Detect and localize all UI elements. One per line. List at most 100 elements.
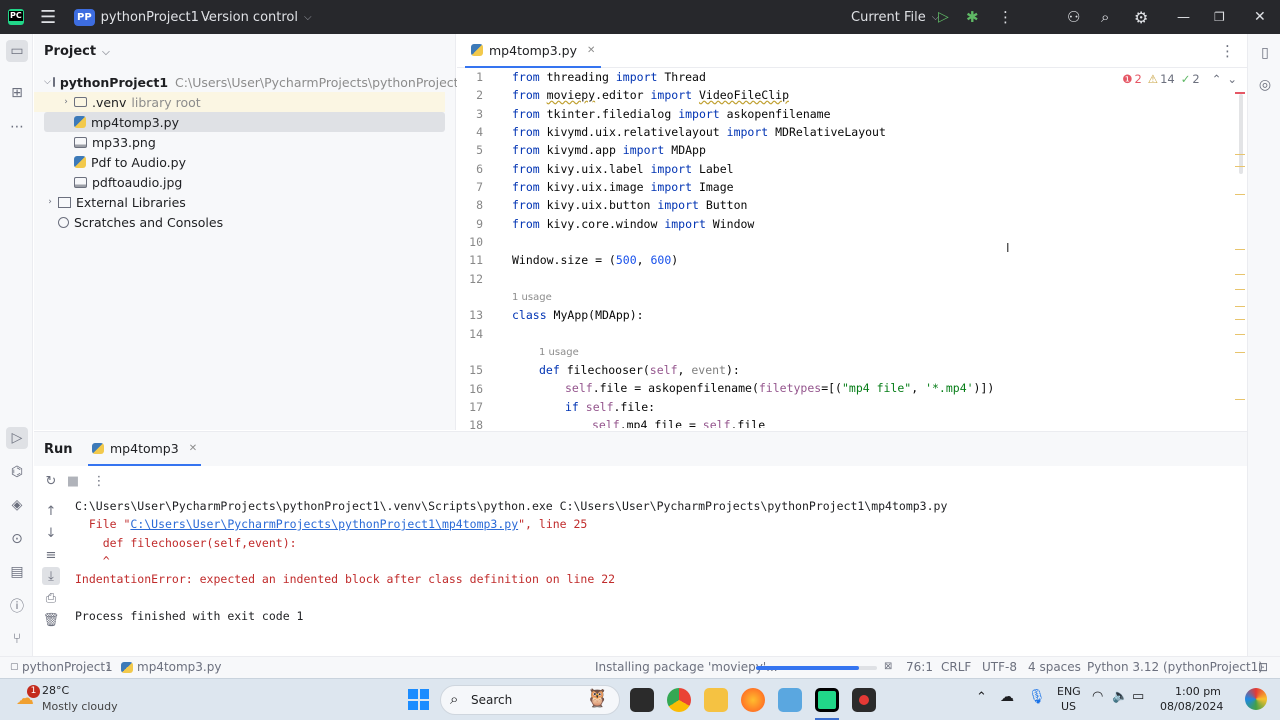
tree-item-hint: library root [131, 94, 201, 110]
code-line: from threading import Thread [512, 70, 706, 84]
task-view-icon[interactable] [630, 688, 654, 712]
chevron-down-icon[interactable]: ⌵ [44, 77, 51, 87]
search-label: Search [471, 693, 513, 707]
show-hidden-icons[interactable]: ⌃ [976, 690, 987, 705]
firefox-icon[interactable] [741, 688, 765, 712]
console-exit-message: Process finished with exit code 1 [75, 609, 304, 623]
tree-item-venv[interactable]: › .venv library root [34, 92, 445, 112]
python-interpreter[interactable]: Python 3.12 (pythonProject1) [1087, 660, 1263, 674]
editor-tabs: mp4tomp3.py ✕ ⋮ [457, 34, 1247, 68]
git-icon[interactable]: ⑂ [6, 628, 28, 650]
stop-icon[interactable]: ■ [64, 472, 82, 490]
chevron-right-icon[interactable]: › [44, 197, 56, 207]
notifications-icon[interactable]: ▯ [1254, 42, 1276, 64]
breadcrumb-separator-icon: › [106, 660, 111, 674]
print-icon[interactable]: ⎙ [42, 589, 60, 607]
close-tab-icon[interactable]: ✕ [189, 443, 197, 454]
search-icon[interactable]: ⌕ [1101, 0, 1109, 34]
weather-desc[interactable]: Mostly cloudy [42, 700, 118, 713]
project-panel-title[interactable]: Project ⌵ [44, 44, 110, 59]
usage-hint[interactable]: 1 usage [539, 347, 579, 358]
run-icon[interactable]: ▷ [938, 0, 949, 34]
chevron-up-icon[interactable]: ⌃ [1212, 72, 1222, 86]
add-user-icon[interactable]: ⚇ [1067, 0, 1080, 34]
clock-date[interactable]: 08/08/2024 [1160, 700, 1223, 713]
terminal-icon[interactable]: ▤ [6, 561, 28, 583]
close-icon[interactable]: ✕ [1254, 0, 1266, 34]
background-task-label[interactable]: Installing package 'moviepy'... [595, 660, 778, 674]
owl-icon: 🦉 [586, 688, 609, 709]
line-separator[interactable]: CRLF [941, 660, 971, 674]
more-icon[interactable]: ⋮ [90, 472, 108, 490]
scrollbar-thumb[interactable] [1239, 94, 1243, 174]
hamburger-menu-icon[interactable]: ☰ [40, 0, 56, 34]
debug-icon[interactable]: ✱ [966, 0, 979, 34]
version-control-menu[interactable]: Version control ⌵ [201, 0, 312, 34]
tree-item-pdftoaudio-jpg[interactable]: pdftoaudio.jpg [44, 172, 445, 192]
usage-hint[interactable]: 1 usage [512, 292, 552, 303]
breadcrumb-project[interactable]: pythonProject1 [22, 660, 113, 674]
more-tools-icon[interactable]: ⋯ [6, 116, 28, 138]
lock-icon[interactable]: ⊡ [1258, 660, 1268, 674]
taskbar-search[interactable]: ⌕ Search 🦉 [440, 685, 620, 715]
soft-wrap-icon[interactable]: ≡ [42, 546, 60, 564]
ai-assistant-icon[interactable]: ◎ [1254, 74, 1276, 96]
file-explorer-icon[interactable] [704, 688, 728, 712]
console-file-link[interactable]: C:\Users\User\PycharmProjects\pythonProj… [130, 517, 518, 531]
run-tool-icon[interactable]: ▷ [6, 427, 28, 449]
battery-icon[interactable]: ▭ [1132, 689, 1144, 704]
maximize-icon[interactable]: ❐ [1214, 0, 1225, 34]
recorder-icon[interactable] [852, 688, 876, 712]
tab-mp4tomp3[interactable]: mp4tomp3.py ✕ [465, 34, 602, 68]
settings-icon[interactable]: ⚙ [1134, 0, 1148, 34]
microphone-icon[interactable]: 🎙 [1028, 689, 1046, 705]
volume-icon[interactable]: 🔈 [1112, 689, 1128, 704]
run-config-selector[interactable]: Current File ⌵ [851, 0, 939, 34]
pycharm-icon[interactable] [815, 688, 839, 712]
project-selector[interactable]: PP pythonProject1 ⌵ [74, 0, 213, 34]
tree-item-project-root[interactable]: ⌵ pythonProject1 C:\Users\User\PycharmPr… [44, 72, 467, 92]
start-icon[interactable] [408, 689, 429, 710]
tree-item-mp4tomp3[interactable]: mp4tomp3.py [44, 112, 445, 132]
wifi-icon[interactable]: ◠ [1092, 689, 1103, 704]
run-tabs: Run mp4tomp3 ✕ [34, 432, 1247, 466]
project-tool-icon[interactable]: ▭ [6, 40, 28, 62]
structure-tool-icon[interactable]: ⊞ [6, 82, 28, 104]
tree-item-scratches[interactable]: Scratches and Consoles [44, 212, 445, 232]
copilot-icon[interactable] [1245, 688, 1267, 710]
caret-position[interactable]: 76:1 [906, 660, 933, 674]
chevron-right-icon[interactable]: › [60, 97, 72, 107]
clock-time[interactable]: 1:00 pm [1175, 685, 1221, 698]
language-region[interactable]: US [1061, 700, 1076, 713]
onedrive-icon[interactable]: ☁ [1000, 689, 1014, 705]
scroll-to-end-icon[interactable]: ⤓ [42, 567, 60, 585]
tree-item-mp33[interactable]: mp33.png [44, 132, 445, 152]
python-console-icon[interactable]: ⌬ [6, 461, 28, 483]
trash-icon[interactable]: 🗑 [42, 611, 60, 629]
chrome-icon[interactable] [667, 688, 691, 712]
notepad-icon[interactable] [778, 688, 802, 712]
more-icon[interactable]: ⋮ [998, 0, 1013, 34]
breadcrumb-file[interactable]: mp4tomp3.py [137, 660, 221, 674]
close-tab-icon[interactable]: ✕ [587, 45, 595, 56]
inspection-widget[interactable]: ❶2 ⚠ 14 ✓ 2 ⌃ ⌄ [1122, 72, 1237, 86]
tab-mp4tomp3-run[interactable]: mp4tomp3 ✕ [88, 432, 202, 466]
indent-setting[interactable]: 4 spaces [1028, 660, 1081, 674]
file-encoding[interactable]: UTF-8 [982, 660, 1017, 674]
python-packages-icon[interactable]: ◈ [6, 494, 28, 516]
ok-count: 2 [1192, 72, 1200, 86]
arrow-up-icon[interactable]: ↑ [42, 502, 60, 520]
chevron-down-icon[interactable]: ⌄ [1227, 72, 1237, 86]
services-icon[interactable]: ⊙ [6, 528, 28, 550]
weather-temp[interactable]: 28°C [42, 684, 69, 697]
more-icon[interactable]: ⋮ [1220, 42, 1235, 60]
rerun-icon[interactable]: ↻ [42, 472, 60, 490]
minimize-icon[interactable]: — [1177, 0, 1190, 34]
warning-icon: ⚠ [1147, 72, 1159, 86]
language-label[interactable]: ENG [1057, 685, 1081, 698]
problems-icon[interactable]: ⓘ [6, 595, 28, 617]
arrow-down-icon[interactable]: ↓ [42, 524, 60, 542]
tree-item-external-libraries[interactable]: › External Libraries [44, 192, 445, 212]
cancel-task-icon[interactable]: ⊠ [884, 661, 892, 672]
tree-item-pdf-to-audio[interactable]: Pdf to Audio.py [44, 152, 445, 172]
